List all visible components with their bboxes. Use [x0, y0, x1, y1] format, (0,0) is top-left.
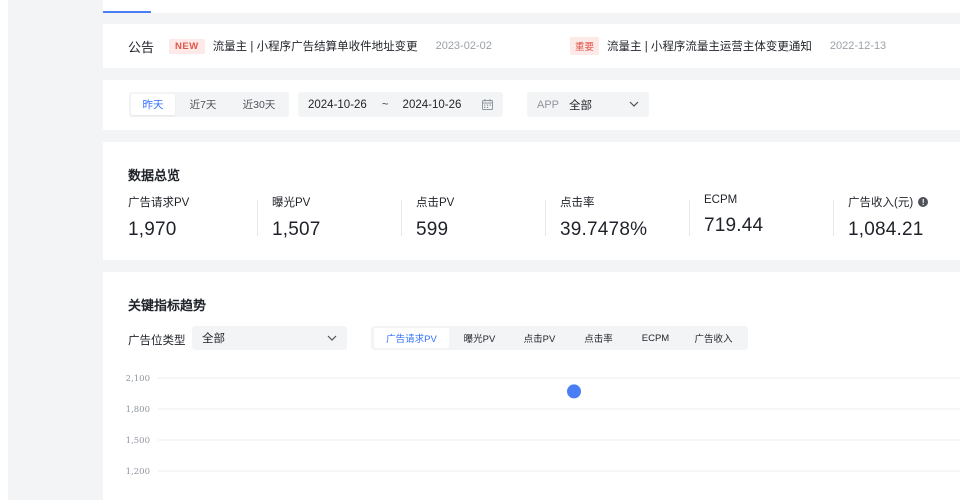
announcement-date-1: 2023-02-02 — [435, 40, 492, 52]
ad-position-type-label: 广告位类型 — [128, 335, 186, 347]
top-tab-bar — [103, 0, 960, 13]
announcement-bar: 公告 NEW 流量主 | 小程序广告结算单收件地址变更 2023-02-02 重… — [103, 24, 960, 68]
kpi-label-text: 广告收入(元) — [848, 197, 914, 209]
chevron-down-icon — [629, 101, 639, 107]
key-metrics-trend-card: 关键指标趋势 广告位类型 全部 广告请求PV 曝光PV 点击PV 点击率 ECP… — [103, 272, 960, 500]
kpi-divider — [689, 200, 690, 236]
y-tick-label: 1,800 — [126, 405, 150, 415]
date-start: 2024-10-26 — [308, 98, 367, 111]
metric-tab-ad-request-pv[interactable]: 广告请求PV — [374, 328, 449, 348]
y-tick-label: 1,500 — [126, 436, 150, 446]
trend-line-chart: 2,100 1,800 1,500 1,200 — [126, 374, 960, 477]
kpi-value: 1,970 — [128, 219, 177, 240]
kpi-divider — [833, 200, 834, 236]
data-point[interactable] — [567, 384, 581, 399]
announcement-link-2[interactable]: 流量主 | 小程序流量主运营主体变更通知 — [607, 38, 812, 54]
calendar-icon — [482, 99, 493, 110]
range-7days-tab[interactable]: 近7天 — [175, 94, 231, 115]
kpi-ad-revenue: 广告收入(元) ! 1,084.21 — [848, 194, 960, 241]
metric-tab-click-pv[interactable]: 点击PV — [510, 328, 569, 348]
kpi-value: 1,084.21 — [848, 219, 924, 240]
ad-position-type-select[interactable]: 全部 — [192, 326, 347, 350]
metric-tab-ecpm[interactable]: ECPM — [628, 328, 683, 348]
kpi-label: 广告收入(元) ! — [848, 194, 960, 210]
overview-title: 数据总览 — [128, 168, 181, 183]
kpi-impression-pv: 曝光PV 1,507 — [272, 194, 412, 241]
kpi-ad-request-pv: 广告请求PV 1,970 — [128, 194, 268, 241]
kpi-label: ECPM — [704, 194, 738, 206]
info-icon[interactable]: ! — [918, 197, 929, 207]
kpi-divider — [545, 200, 546, 236]
metric-tabs: 广告请求PV 曝光PV 点击PV 点击率 ECPM 广告收入 — [371, 326, 748, 350]
metric-tab-click-rate[interactable]: 点击率 — [569, 328, 628, 348]
active-tab-indicator — [103, 11, 151, 13]
kpi-click-rate: 点击率 39.7478% — [560, 194, 700, 241]
announcement-item-2: 重要 流量主 | 小程序流量主运营主体变更通知 2022-12-13 — [570, 24, 886, 68]
kpi-value: 719.44 — [704, 215, 764, 236]
date-end: 2024-10-26 — [402, 98, 462, 111]
kpi-label: 点击率 — [560, 197, 595, 209]
kpi-click-pv: 点击PV 599 — [416, 194, 556, 241]
new-badge: NEW — [169, 38, 205, 54]
kpi-value: 1,507 — [272, 219, 321, 240]
chevron-down-icon — [327, 335, 337, 341]
kpi-label: 广告请求PV — [128, 197, 190, 209]
metric-tab-ad-revenue[interactable]: 广告收入 — [683, 328, 744, 348]
announcement-date-2: 2022-12-13 — [829, 40, 887, 52]
kpi-divider — [257, 200, 258, 236]
date-range-segmented: 昨天 近7天 近30天 — [129, 92, 289, 117]
date-range-picker[interactable]: 2024-10-26 ~ 2024-10-26 — [298, 92, 503, 117]
range-30days-tab[interactable]: 近30天 — [231, 94, 287, 115]
metric-tab-impression-pv[interactable]: 曝光PV — [449, 328, 510, 348]
kpi-label: 点击PV — [416, 197, 455, 209]
kpi-divider — [401, 200, 402, 236]
kpi-ecpm: ECPM 719.44 — [704, 194, 844, 237]
filter-bar: 昨天 近7天 近30天 2024-10-26 ~ 2024-10-26 APP … — [103, 80, 960, 130]
left-rail — [0, 0, 8, 500]
kpi-value: 39.7478% — [560, 219, 648, 240]
announcement-link-1[interactable]: 流量主 | 小程序广告结算单收件地址变更 — [213, 38, 418, 54]
trend-title: 关键指标趋势 — [128, 298, 207, 313]
important-badge: 重要 — [570, 37, 600, 55]
date-separator: ~ — [381, 98, 389, 111]
announcement-title: 公告 — [128, 39, 155, 55]
app-select-label: APP — [537, 98, 560, 111]
kpi-value: 599 — [416, 219, 449, 240]
ad-position-type-value: 全部 — [202, 333, 225, 345]
app-select-value: 全部 — [569, 99, 593, 112]
y-tick-label: 1,200 — [126, 467, 150, 477]
y-tick-label: 2,100 — [126, 374, 150, 384]
app-select[interactable]: APP 全部 — [527, 92, 649, 117]
range-yesterday-tab[interactable]: 昨天 — [131, 94, 175, 115]
kpi-label: 曝光PV — [272, 197, 311, 209]
data-overview-card: 数据总览 广告请求PV 1,970 曝光PV 1,507 点击PV 599 点击… — [103, 142, 960, 260]
